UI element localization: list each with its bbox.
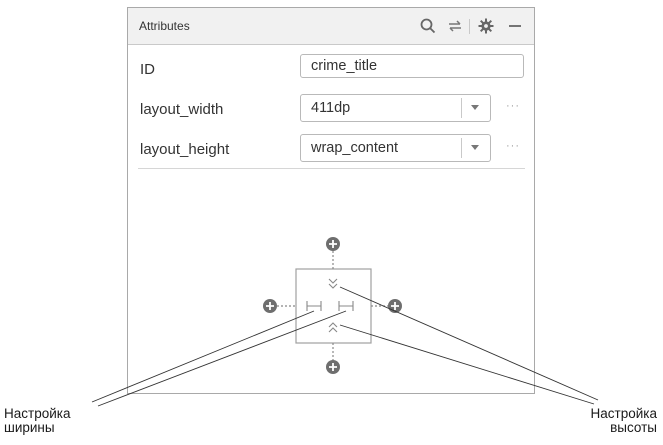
- layout-height-label: layout_height: [140, 141, 230, 158]
- height-callout: Настройка высоты: [590, 407, 657, 435]
- layout-width-label: layout_width: [140, 101, 224, 118]
- chevron-down-icon[interactable]: [466, 103, 484, 113]
- height-callout-line2: высоты: [610, 420, 657, 435]
- layout-height-dropdown[interactable]: wrap_content: [300, 134, 491, 162]
- gear-icon[interactable]: [477, 17, 495, 35]
- width-callout-line1: Настройка: [4, 406, 71, 421]
- minimize-icon[interactable]: [506, 17, 524, 35]
- layout-height-more-button[interactable]: ···: [506, 140, 520, 152]
- width-callout: Настройка ширины: [4, 407, 70, 435]
- height-callout-line1: Настройка: [590, 406, 657, 421]
- layout-width-more-button[interactable]: ···: [506, 100, 520, 112]
- panel-header: Attributes: [128, 8, 534, 45]
- swap-icon[interactable]: [446, 17, 464, 35]
- add-left-constraint-button[interactable]: [263, 299, 277, 313]
- dropdown-separator: [461, 138, 462, 158]
- layout-height-value: wrap_content: [311, 140, 399, 156]
- add-bottom-constraint-button[interactable]: [326, 360, 340, 374]
- layout-width-value: 411dp: [311, 100, 351, 116]
- add-top-constraint-button[interactable]: [326, 237, 340, 251]
- layout-width-dropdown[interactable]: 411dp: [300, 94, 491, 122]
- id-label: ID: [140, 61, 155, 78]
- chevron-down-icon[interactable]: [466, 143, 484, 153]
- id-field[interactable]: crime_title: [300, 54, 524, 78]
- dropdown-separator: [461, 98, 462, 118]
- id-field-value: crime_title: [311, 58, 378, 74]
- panel-title: Attributes: [139, 19, 190, 33]
- section-divider: [138, 168, 525, 169]
- header-separator: [469, 19, 470, 34]
- search-icon[interactable]: [419, 17, 437, 35]
- width-callout-line2: ширины: [4, 420, 55, 435]
